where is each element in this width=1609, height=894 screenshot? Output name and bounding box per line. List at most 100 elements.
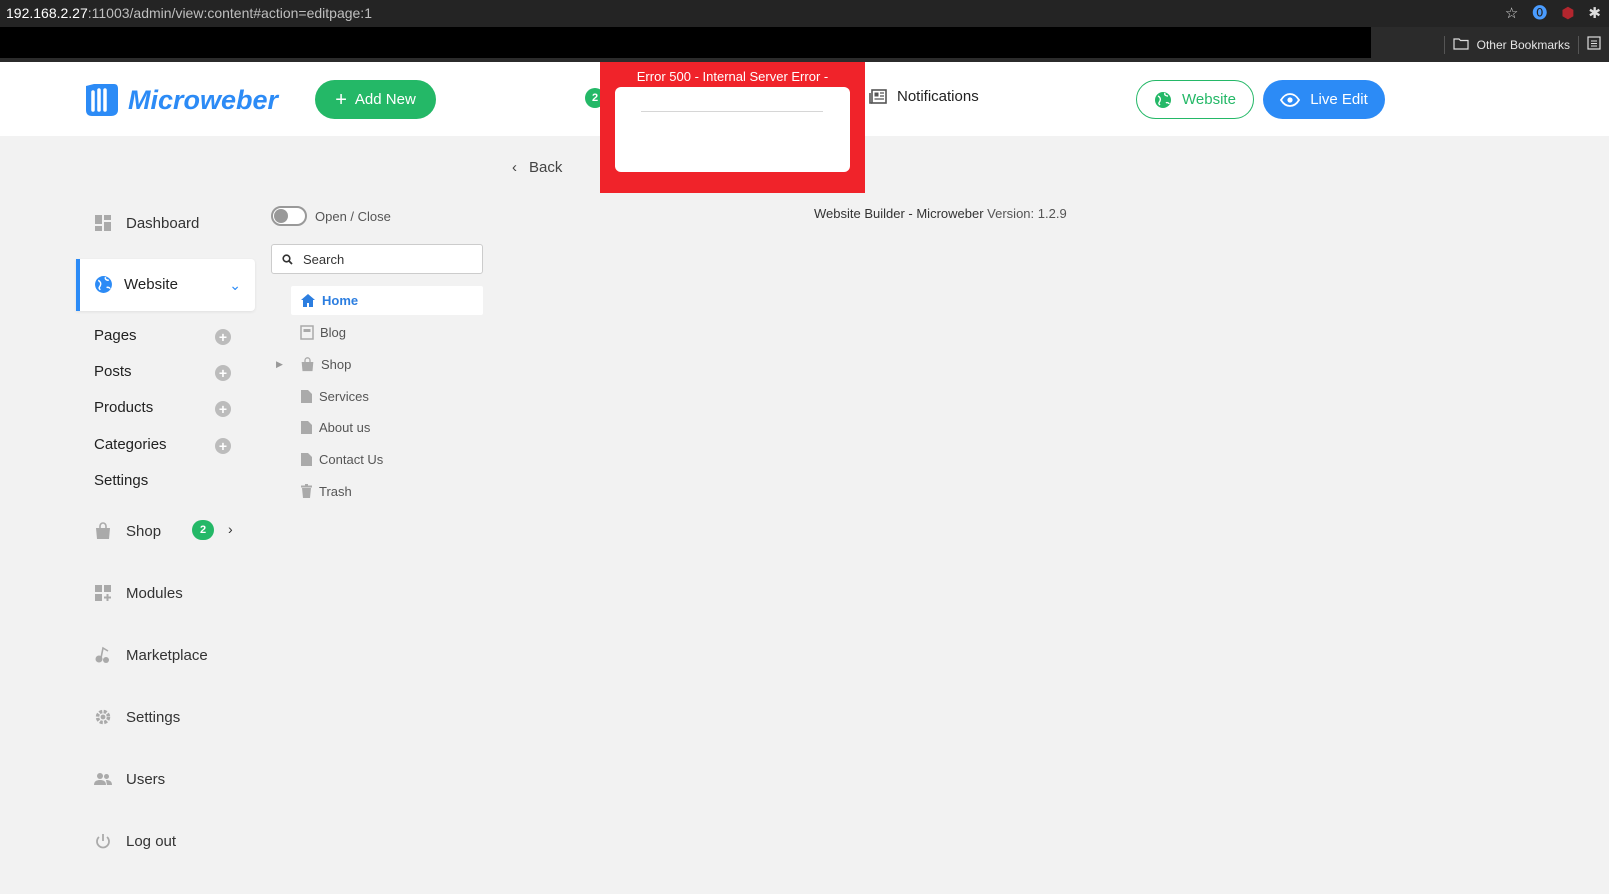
sidebar-item-users[interactable]: Users [94, 770, 165, 788]
sidebar-item-label: Modules [126, 584, 183, 602]
toggle-label: Open / Close [315, 209, 391, 224]
sidebar-sub-pages[interactable]: Pages [94, 327, 137, 344]
page-icon [301, 390, 312, 403]
tree-item-label: Trash [319, 484, 352, 499]
expand-caret-icon[interactable]: ▶ [276, 359, 283, 370]
reading-list-icon[interactable] [1587, 36, 1601, 53]
page-icon [301, 421, 312, 434]
ublock-icon[interactable]: ⬢ [1561, 0, 1574, 27]
sidebar-item-shop[interactable]: Shop [94, 522, 161, 540]
sidebar-sub-posts[interactable]: Posts [94, 363, 132, 380]
sidebar-item-logout[interactable]: Log out [94, 832, 176, 850]
sidebar-item-label: Marketplace [126, 646, 208, 664]
globe-icon [1155, 91, 1172, 108]
live-edit-button[interactable]: Live Edit [1263, 80, 1385, 119]
sidebar-item-label: Log out [126, 832, 177, 850]
tree-item-label: Home [322, 293, 359, 308]
home-icon [301, 294, 315, 307]
add-new-label: Add New [354, 91, 416, 108]
search-placeholder: Search [303, 251, 345, 267]
sidebar-item-label: Settings [126, 708, 181, 726]
logo[interactable]: Microweber [80, 80, 278, 120]
url-path: :11003/admin/view:content#action=editpag… [87, 5, 372, 21]
modules-icon [95, 585, 111, 601]
other-bookmarks-link[interactable]: Other Bookmarks [1477, 38, 1570, 52]
error-title: Error 500 - Internal Server Error - [636, 69, 829, 84]
tree-item-services[interactable]: Services [300, 389, 369, 404]
website-button-label: Website [1182, 91, 1236, 108]
sidebar-item-website[interactable]: Website ⌄ [76, 259, 255, 311]
add-category-icon[interactable]: + [215, 438, 231, 454]
shopping-bag-icon [301, 357, 314, 372]
notifications-label: Notifications [897, 88, 979, 105]
error-content [615, 87, 850, 172]
eye-icon [1280, 92, 1301, 107]
tree-search-input[interactable]: Search [271, 244, 483, 274]
sidebar-item-marketplace[interactable]: Marketplace [94, 646, 208, 664]
dashboard-icon [95, 215, 111, 231]
add-product-icon[interactable]: + [215, 401, 231, 417]
chevron-left-icon: ‹ [512, 159, 517, 176]
tree-item-label: Services [319, 389, 369, 404]
tree-item-about-us[interactable]: About us [300, 420, 370, 435]
sidebar-item-label: Website [124, 276, 178, 293]
version-number: Version: 1.2.9 [987, 206, 1067, 221]
trash-icon [301, 484, 312, 498]
sidebar-item-modules[interactable]: Modules [94, 584, 183, 602]
sidebar-sub-products[interactable]: Products [94, 399, 153, 416]
plus-icon: + [335, 88, 347, 111]
tree-item-label: Contact Us [319, 452, 384, 467]
back-label: Back [529, 159, 563, 176]
back-link[interactable]: ‹ Back [512, 159, 562, 176]
bookmarks-separator [1578, 35, 1579, 54]
website-button[interactable]: Website [1136, 80, 1254, 119]
sidebar-item-label: Users [126, 770, 166, 788]
power-icon [96, 834, 110, 849]
open-close-toggle[interactable] [271, 206, 307, 226]
add-page-icon[interactable]: + [215, 329, 231, 345]
tree-item-contact-us[interactable]: Contact Us [300, 452, 383, 467]
folder-icon [1453, 37, 1469, 53]
newspaper-icon [869, 88, 887, 104]
bookmarks-bar: Other Bookmarks [0, 27, 1609, 62]
tree-item-shop[interactable]: Shop [300, 357, 351, 372]
tree-item-label: Shop [321, 357, 352, 372]
notifications-link[interactable]: Notifications [869, 88, 979, 105]
sidebar-item-label: Dashboard [126, 214, 200, 232]
bookmark-star-icon[interactable]: ☆ [1505, 0, 1518, 27]
sidebar-item-dashboard[interactable]: Dashboard [94, 214, 199, 232]
logo-text: Microweber [128, 84, 279, 115]
add-post-icon[interactable]: + [215, 365, 231, 381]
page-icon [301, 453, 312, 466]
sidebar-item-settings[interactable]: Settings [94, 708, 180, 726]
bookmarks-redacted [0, 27, 1371, 58]
globe-icon [95, 276, 112, 293]
users-icon [94, 773, 112, 785]
sidebar-sub-settings[interactable]: Settings [94, 472, 148, 489]
search-icon [282, 253, 293, 265]
blog-page-icon [300, 325, 314, 340]
tree-item-blog[interactable]: Blog [300, 325, 346, 340]
password-manager-icon[interactable]: ⓿ [1532, 0, 1547, 27]
extensions-puzzle-icon[interactable]: ✱ [1588, 0, 1601, 27]
tree-item-label: Blog [320, 325, 347, 340]
gear-icon [95, 709, 111, 725]
live-edit-label: Live Edit [1310, 91, 1368, 108]
chevron-down-icon[interactable]: ⌄ [229, 277, 241, 294]
bookmarks-separator [1443, 35, 1445, 54]
shop-badge: 2 [192, 520, 214, 540]
error-popup: Error 500 - Internal Server Error - [600, 62, 865, 193]
tree-item-trash[interactable]: Trash [300, 484, 352, 499]
url-host: 192.168.2.27 [6, 5, 88, 21]
version-info: Website Builder - Microweber Version: 1.… [814, 206, 1067, 221]
microweber-logo-icon [86, 84, 118, 116]
shopping-bag-icon [96, 522, 110, 539]
version-prefix: Website Builder - Microweber [814, 206, 984, 221]
error-divider [641, 111, 823, 112]
chevron-right-icon[interactable]: › [228, 521, 233, 537]
add-new-button[interactable]: + Add New [315, 80, 436, 119]
tree-item-home[interactable]: Home [300, 293, 358, 308]
sidebar-sub-categories[interactable]: Categories [94, 436, 167, 453]
address-bar[interactable]: 192.168.2.27:11003/admin/view:content#ac… [0, 0, 1609, 27]
marketplace-icon [95, 646, 109, 663]
